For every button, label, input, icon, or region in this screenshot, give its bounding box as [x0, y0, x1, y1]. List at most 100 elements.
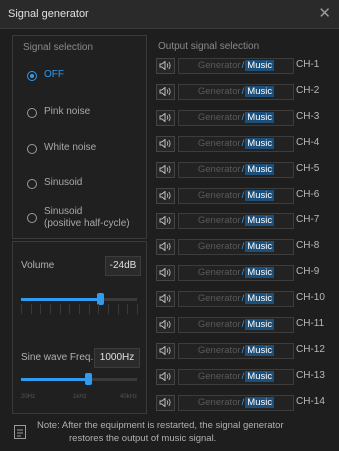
speaker-icon[interactable]: [156, 161, 175, 178]
tick-mark: [137, 304, 138, 314]
generator-option[interactable]: Generator: [198, 60, 241, 71]
generator-option[interactable]: Generator: [198, 86, 241, 97]
freq-scale-max: 40kHz: [120, 394, 138, 400]
freq-value-field[interactable]: 1000Hz: [94, 348, 140, 368]
speaker-icon[interactable]: [156, 187, 175, 204]
radio-label-sinusoid: Sinusoid: [44, 177, 83, 188]
volume-label: Volume: [21, 260, 55, 271]
note-line2: restores the output of music signal.: [69, 433, 217, 444]
source-switch[interactable]: Generator/Music: [178, 161, 294, 178]
music-option[interactable]: Music: [245, 396, 275, 408]
speaker-icon[interactable]: [156, 394, 175, 411]
music-option[interactable]: Music: [245, 60, 275, 71]
speaker-icon[interactable]: [156, 109, 175, 126]
speaker-icon[interactable]: [156, 135, 175, 152]
radio-pink-noise[interactable]: Pink noise: [27, 106, 90, 118]
tick-mark: [98, 304, 99, 314]
generator-option[interactable]: Generator: [198, 164, 241, 175]
channel-label: CH-10: [296, 292, 325, 304]
tick-mark: [40, 304, 41, 314]
radio-sinusoid[interactable]: Sinusoid: [27, 177, 82, 189]
source-switch[interactable]: Generator/Music: [178, 83, 294, 100]
generator-option[interactable]: Generator: [198, 319, 241, 330]
speaker-icon[interactable]: [156, 239, 175, 256]
music-option[interactable]: Music: [245, 111, 275, 123]
music-option[interactable]: Music: [245, 370, 275, 382]
generator-option[interactable]: Generator: [198, 371, 241, 382]
source-separator: /: [241, 370, 245, 382]
music-option[interactable]: Music: [245, 267, 275, 279]
generator-option[interactable]: Generator: [198, 345, 241, 356]
source-switch[interactable]: Generator/Music: [178, 368, 294, 385]
speaker-icon[interactable]: [156, 291, 175, 308]
volume-slider[interactable]: [21, 293, 137, 305]
radio-off[interactable]: OFF: [27, 69, 64, 81]
tick-mark: [21, 304, 22, 314]
generator-option[interactable]: Generator: [198, 293, 241, 304]
radio-sinusoid-half[interactable]: Sinusoid (positive half-cycle): [27, 206, 130, 230]
source-switch[interactable]: Generator/Music: [178, 239, 294, 256]
source-switch[interactable]: Generator/Music: [178, 394, 294, 411]
speaker-icon[interactable]: [156, 317, 175, 333]
radio-label-off: OFF: [44, 69, 64, 80]
freq-slider-thumb[interactable]: [85, 373, 92, 385]
source-switch[interactable]: Generator/Music: [178, 265, 294, 282]
music-option[interactable]: Music: [245, 344, 275, 356]
volume-value-field[interactable]: -24dB: [105, 256, 141, 276]
channel-label: CH-12: [296, 343, 325, 355]
channel-label: CH-9: [296, 266, 320, 278]
speaker-icon[interactable]: [156, 342, 175, 359]
channel-label: CH-2: [296, 84, 320, 96]
note-icon: [14, 425, 26, 439]
music-option[interactable]: Music: [245, 319, 275, 330]
source-switch[interactable]: Generator/Music: [178, 342, 294, 359]
source-separator: /: [241, 85, 245, 97]
channel-row: Generator/Music CH-6: [156, 187, 328, 204]
radio-indicator: [27, 108, 37, 118]
freq-label: Sine wave Freq.: [21, 352, 94, 363]
music-option[interactable]: Music: [245, 189, 275, 201]
window-title: Signal generator: [8, 8, 89, 20]
note-line1: Note: After the equipment is restarted, …: [37, 420, 284, 431]
channel-label: CH-1: [296, 59, 320, 70]
music-option[interactable]: Music: [245, 293, 275, 305]
generator-option[interactable]: Generator: [198, 241, 241, 252]
source-separator: /: [241, 293, 245, 305]
source-separator: /: [241, 241, 245, 253]
channel-row: Generator/Music CH-9: [156, 265, 328, 282]
generator-option[interactable]: Generator: [198, 138, 241, 149]
radio-white-noise[interactable]: White noise: [27, 142, 96, 154]
freq-slider[interactable]: [21, 373, 137, 385]
music-option[interactable]: Music: [245, 163, 275, 175]
source-switch[interactable]: Generator/Music: [178, 291, 294, 308]
source-switch[interactable]: Generator/Music: [178, 317, 294, 333]
generator-option[interactable]: Generator: [198, 397, 241, 408]
source-separator: /: [241, 189, 245, 201]
source-switch[interactable]: Generator/Music: [178, 187, 294, 204]
speaker-icon[interactable]: [156, 58, 175, 74]
generator-option[interactable]: Generator: [198, 215, 241, 226]
radio-indicator: [27, 71, 37, 81]
channel-label: CH-3: [296, 110, 320, 122]
channel-row: Generator/Music CH-12: [156, 342, 328, 359]
speaker-icon[interactable]: [156, 265, 175, 282]
generator-option[interactable]: Generator: [198, 112, 241, 123]
source-switch[interactable]: Generator/Music: [178, 213, 294, 230]
generator-option[interactable]: Generator: [198, 190, 241, 201]
music-option[interactable]: Music: [245, 215, 275, 227]
music-option[interactable]: Music: [245, 241, 275, 253]
generator-option[interactable]: Generator: [198, 267, 241, 278]
source-switch[interactable]: Generator/Music: [178, 135, 294, 152]
source-switch[interactable]: Generator/Music: [178, 58, 294, 74]
tick-mark: [127, 304, 128, 314]
speaker-icon[interactable]: [156, 213, 175, 230]
music-option[interactable]: Music: [245, 137, 275, 149]
channel-label: CH-13: [296, 369, 325, 381]
signal-selection-panel: Signal selection OFF Pink noise White no…: [12, 35, 147, 239]
close-icon[interactable]: ✕: [318, 4, 331, 22]
speaker-icon[interactable]: [156, 368, 175, 385]
channel-row: Generator/Music CH-10: [156, 291, 328, 308]
music-option[interactable]: Music: [245, 85, 275, 97]
source-switch[interactable]: Generator/Music: [178, 109, 294, 126]
speaker-icon[interactable]: [156, 83, 175, 100]
